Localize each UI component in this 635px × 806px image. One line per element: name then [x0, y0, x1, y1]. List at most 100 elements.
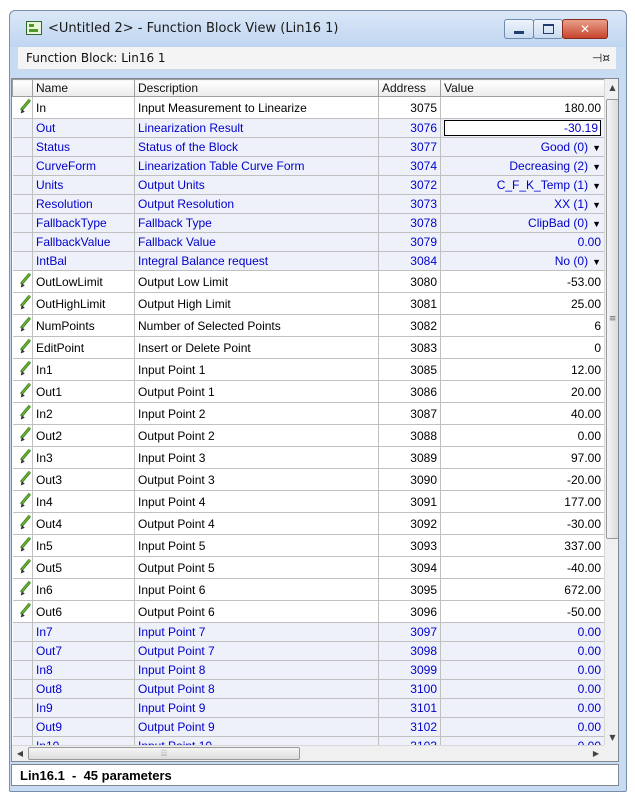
- header-address[interactable]: Address: [378, 79, 441, 97]
- param-value[interactable]: 12.00: [440, 358, 605, 381]
- table-row[interactable]: EditPoint Insert or Delete Point 3083 0: [12, 336, 605, 359]
- vertical-scrollbar[interactable]: ▲ ≡ ▼: [604, 79, 618, 745]
- param-value-dropdown[interactable]: XX (1) ▼: [440, 194, 605, 214]
- row-icon-cell: [12, 402, 33, 425]
- table-row[interactable]: In Input Measurement to Linearize 3075 180.…: [12, 96, 605, 119]
- table-row[interactable]: Out2 Output Point 2 3088 0.00: [12, 424, 605, 447]
- table-row[interactable]: In4 Input Point 4 3091 177.00: [12, 490, 605, 513]
- param-name: Out2: [32, 424, 135, 447]
- table-row[interactable]: FallbackType Fallback Type 3078 ClipBad (0)…: [12, 213, 605, 233]
- param-value[interactable]: 0.00: [440, 660, 605, 680]
- param-address: 3085: [378, 358, 441, 381]
- dropdown-arrow-icon[interactable]: ▼: [592, 257, 601, 267]
- param-address: 3086: [378, 380, 441, 403]
- param-value[interactable]: 0.00: [440, 717, 605, 737]
- pencil-icon: [16, 447, 32, 465]
- param-value[interactable]: 0.00: [440, 679, 605, 699]
- param-value[interactable]: 0.00: [440, 424, 605, 447]
- param-value-dropdown[interactable]: No (0) ▼: [440, 251, 605, 271]
- table-row[interactable]: In5 Input Point 5 3093 337.00: [12, 534, 605, 557]
- param-name: In2: [32, 402, 135, 425]
- dropdown-arrow-icon[interactable]: ▼: [592, 181, 601, 191]
- table-row[interactable]: Status Status of the Block 3077 Good (0) ▼: [12, 137, 605, 157]
- table-row[interactable]: OutHighLimit Output High Limit 3081 25.00: [12, 292, 605, 315]
- scroll-up-arrow-icon[interactable]: ▲: [605, 79, 618, 95]
- table-row[interactable]: In3 Input Point 3 3089 97.00: [12, 446, 605, 469]
- table-row[interactable]: Resolution Output Resolution 3073 XX (1) ▼: [12, 194, 605, 214]
- scroll-down-arrow-icon[interactable]: ▼: [605, 729, 618, 745]
- table-row[interactable]: IntBal Integral Balance request 3084 No (0)…: [12, 251, 605, 271]
- vertical-scroll-thumb[interactable]: ≡: [606, 99, 618, 539]
- table-row[interactable]: Out6 Output Point 6 3096 -50.00: [12, 600, 605, 623]
- title-bar[interactable]: <Untitled 2> - Function Block View (Lin1…: [10, 11, 626, 47]
- param-value[interactable]: 180.00: [440, 96, 605, 119]
- table-row[interactable]: In2 Input Point 2 3087 40.00: [12, 402, 605, 425]
- param-value[interactable]: 25.00: [440, 292, 605, 315]
- param-value[interactable]: -40.00: [440, 556, 605, 579]
- header-description[interactable]: Description: [134, 79, 379, 97]
- table-row[interactable]: Out1 Output Point 1 3086 20.00: [12, 380, 605, 403]
- header-value[interactable]: Value: [440, 79, 605, 97]
- param-value[interactable]: -50.00: [440, 600, 605, 623]
- header-name[interactable]: Name: [32, 79, 135, 97]
- dropdown-arrow-icon[interactable]: ▼: [592, 200, 601, 210]
- param-value[interactable]: 0.00: [440, 232, 605, 252]
- table-row[interactable]: Out7 Output Point 7 3098 0.00: [12, 641, 605, 661]
- param-value[interactable]: -20.00: [440, 468, 605, 491]
- param-value[interactable]: -30.19: [440, 118, 605, 138]
- param-value[interactable]: 0.00: [440, 698, 605, 718]
- param-value[interactable]: -53.00: [440, 270, 605, 293]
- param-value-dropdown[interactable]: Decreasing (2) ▼: [440, 156, 605, 176]
- param-value[interactable]: -30.00: [440, 512, 605, 535]
- table-row[interactable]: Units Output Units 3072 C_F_K_Temp (1) ▼: [12, 175, 605, 195]
- table-row[interactable]: Out3 Output Point 3 3090 -20.00: [12, 468, 605, 491]
- param-value[interactable]: 20.00: [440, 380, 605, 403]
- scroll-right-arrow-icon[interactable]: ▶: [588, 746, 604, 761]
- param-value[interactable]: 337.00: [440, 534, 605, 557]
- table-row[interactable]: In9 Input Point 9 3101 0.00: [12, 698, 605, 718]
- table-row[interactable]: In7 Input Point 7 3097 0.00: [12, 622, 605, 642]
- param-value[interactable]: 672.00: [440, 578, 605, 601]
- value-text: 40.00: [570, 406, 601, 421]
- param-value[interactable]: 6: [440, 314, 605, 337]
- table-row[interactable]: In8 Input Point 8 3099 0.00: [12, 660, 605, 680]
- table-row[interactable]: Out8 Output Point 8 3100 0.00: [12, 679, 605, 699]
- table-row[interactable]: NumPoints Number of Selected Points 3082 6: [12, 314, 605, 337]
- param-description: Number of Selected Points: [134, 314, 379, 337]
- param-value-dropdown[interactable]: C_F_K_Temp (1) ▼: [440, 175, 605, 195]
- table-row[interactable]: In1 Input Point 1 3085 12.00: [12, 358, 605, 381]
- close-icon: ✕: [579, 22, 591, 36]
- maximize-button[interactable]: [533, 19, 563, 39]
- dropdown-arrow-icon[interactable]: ▼: [592, 219, 601, 229]
- minimize-button[interactable]: [504, 19, 534, 39]
- scroll-left-arrow-icon[interactable]: ◀: [12, 746, 28, 761]
- table-row[interactable]: Out5 Output Point 5 3094 -40.00: [12, 556, 605, 579]
- close-button[interactable]: ✕: [562, 19, 608, 39]
- param-value[interactable]: 0.00: [440, 641, 605, 661]
- dropdown-arrow-icon[interactable]: ▼: [592, 162, 601, 172]
- pin-icon[interactable]: ⊣¤: [592, 51, 610, 65]
- table-row[interactable]: In6 Input Point 6 3095 672.00: [12, 578, 605, 601]
- table-row[interactable]: OutLowLimit Output Low Limit 3080 -53.00: [12, 270, 605, 293]
- table-row[interactable]: Out4 Output Point 4 3092 -30.00: [12, 512, 605, 535]
- param-value[interactable]: 97.00: [440, 446, 605, 469]
- table-row[interactable]: Out Linearization Result 3076 -30.19: [12, 118, 605, 138]
- param-value-dropdown[interactable]: ClipBad (0) ▼: [440, 213, 605, 233]
- param-value-dropdown[interactable]: Good (0) ▼: [440, 137, 605, 157]
- param-value[interactable]: 40.00: [440, 402, 605, 425]
- param-value[interactable]: 0.00: [440, 622, 605, 642]
- param-value[interactable]: 0: [440, 336, 605, 359]
- param-description: Fallback Value: [134, 232, 379, 252]
- param-address: 3095: [378, 578, 441, 601]
- table-row[interactable]: Out9 Output Point 9 3102 0.00: [12, 717, 605, 737]
- table-row[interactable]: FallbackValue Fallback Value 3079 0.00: [12, 232, 605, 252]
- dropdown-arrow-icon[interactable]: ▼: [592, 143, 601, 153]
- param-address: 3093: [378, 534, 441, 557]
- horizontal-scroll-thumb[interactable]: ⦙⦙⦙: [28, 747, 300, 760]
- value-edit-field[interactable]: -30.19: [444, 120, 601, 136]
- table-row[interactable]: CurveForm Linearization Table Curve Form 3…: [12, 156, 605, 176]
- param-value[interactable]: 177.00: [440, 490, 605, 513]
- pencil-icon: [16, 403, 32, 421]
- pencil-icon: [16, 337, 32, 355]
- horizontal-scrollbar[interactable]: ◀ ⦙⦙⦙ ▶: [12, 745, 604, 761]
